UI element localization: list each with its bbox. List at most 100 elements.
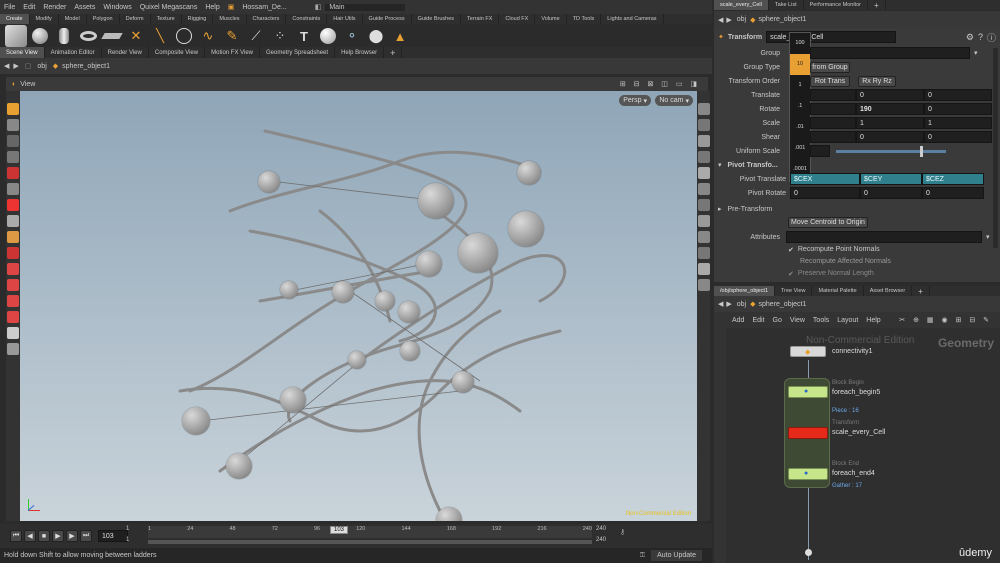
foreach-end-node[interactable]: ●	[788, 468, 828, 480]
pose-tool-icon[interactable]	[7, 183, 19, 195]
group-field[interactable]	[810, 47, 970, 59]
tab-performance-monitor[interactable]: Performance Monitor	[804, 0, 868, 10]
tab-scene-view[interactable]: Scene View	[0, 47, 45, 58]
back-icon[interactable]: ◀	[718, 16, 723, 24]
tab-help-browser[interactable]: Help Browser	[335, 47, 385, 58]
network-menu-add[interactable]: Add	[728, 317, 748, 324]
shear-y[interactable]: 0	[856, 131, 924, 143]
shelf-tab[interactable]: Constraints	[286, 14, 328, 24]
shelf-tab[interactable]: Cloud FX	[499, 14, 536, 24]
menu-edit[interactable]: Edit	[19, 4, 39, 11]
pivot-translate-z[interactable]: $CEZ	[922, 173, 984, 185]
network-tool-icons[interactable]: ✂ ⊕ ▦ ◉ ⊞ ⊟ ✎	[895, 316, 996, 324]
pivot-rotate-x[interactable]: 0	[790, 187, 860, 199]
pivot-rotate-z[interactable]: 0	[922, 187, 984, 199]
shelf-tab[interactable]: Texture	[151, 14, 182, 24]
snap-icon[interactable]	[7, 231, 19, 243]
tab-take-list[interactable]: Take List	[769, 0, 804, 10]
lock-icon[interactable]	[7, 215, 19, 227]
rotate-x[interactable]	[810, 103, 856, 115]
tab-network[interactable]: /obj/sphere_object1	[714, 286, 776, 296]
group-arrow-icon[interactable]: ▾	[974, 49, 978, 57]
tab-asset-browser[interactable]: Asset Browser	[864, 286, 913, 296]
path-object[interactable]: sphere_object1	[62, 63, 110, 70]
hip-file-name[interactable]: Hossam_De...	[238, 4, 290, 11]
slider-handle[interactable]	[920, 145, 923, 157]
move-tool-icon[interactable]	[7, 119, 19, 131]
menu-windows[interactable]: Windows	[99, 4, 135, 11]
connectivity-node[interactable]: ◆	[790, 346, 826, 357]
rotate-z[interactable]: 0	[924, 103, 992, 115]
tab-tree-view[interactable]: Tree View	[775, 286, 813, 296]
scale-z[interactable]: 1	[924, 117, 992, 129]
shear-z[interactable]: 0	[924, 131, 992, 143]
l-system-tool-icon[interactable]: ⚬	[341, 25, 363, 47]
tab-composite-view[interactable]: Composite View	[149, 47, 206, 58]
display-option-icon[interactable]	[697, 183, 710, 195]
select-points-icon[interactable]	[7, 263, 19, 275]
display-option-icon[interactable]	[697, 247, 710, 259]
scale-x[interactable]	[810, 117, 856, 129]
tab-geometry-spreadsheet[interactable]: Geometry Spreadsheet	[260, 47, 336, 58]
tab-parameters[interactable]: scale_every_Cell	[714, 0, 769, 10]
network-menu-go[interactable]: Go	[769, 317, 786, 324]
null-tool-icon[interactable]: ✕	[125, 25, 147, 47]
shelf-tab[interactable]: Modify	[30, 14, 59, 24]
tube-tool-icon[interactable]	[53, 25, 75, 47]
display-option-icon[interactable]	[697, 103, 710, 115]
curve-tool-icon[interactable]: ∿	[197, 25, 219, 47]
range-end[interactable]: 240	[596, 526, 606, 532]
uniform-scale-field[interactable]	[810, 145, 830, 157]
node-name-field[interactable]: scale_every_Cell	[766, 31, 897, 43]
tab-material-palette[interactable]: Material Palette	[812, 286, 864, 296]
group-type-select[interactable]: from Group	[810, 61, 850, 73]
attributes-arrow-icon[interactable]: ▾	[986, 233, 990, 241]
auto-update-button[interactable]: Auto Update	[651, 550, 702, 561]
rotate-y[interactable]: 190	[856, 103, 924, 115]
path-obj[interactable]: obj	[737, 301, 746, 308]
network-menu-tools[interactable]: Tools	[809, 317, 833, 324]
menu-assets[interactable]: Assets	[70, 4, 99, 11]
tab-motion-fx-view[interactable]: Motion FX View	[205, 47, 261, 58]
expand-icon[interactable]: ▸	[718, 205, 722, 213]
select-vertices-icon[interactable]	[7, 311, 19, 323]
path-obj[interactable]: obj	[37, 63, 46, 70]
jump-end-icon[interactable]: ⏭	[80, 530, 92, 542]
translate-y[interactable]: 0	[856, 89, 924, 101]
network-menu-view[interactable]: View	[786, 317, 809, 324]
display-option-icon[interactable]	[697, 199, 710, 211]
transform-order-select[interactable]: Rot Trans	[810, 75, 850, 87]
uniform-scale-slider[interactable]	[836, 145, 946, 157]
step-back-icon[interactable]: ◀	[24, 530, 36, 542]
checkbox-checked-icon[interactable]: ✔	[788, 246, 794, 254]
step-forward-icon[interactable]: ▶	[66, 530, 78, 542]
display-option-icon[interactable]	[697, 231, 710, 243]
rotate-order-select[interactable]: Rx Ry Rz	[858, 75, 896, 87]
network-menu-help[interactable]: Help	[862, 317, 884, 324]
param-scrollbar[interactable]	[993, 48, 998, 248]
range-end-2[interactable]: 240	[596, 537, 606, 543]
shear-x[interactable]	[810, 131, 856, 143]
visibility-icon[interactable]	[7, 343, 19, 355]
display-option-icon[interactable]	[697, 263, 710, 275]
collapse-icon[interactable]: ▾	[718, 161, 722, 169]
shelf-tab[interactable]: Terrain FX	[461, 14, 500, 24]
lock-status-icon[interactable]: ⚿	[640, 552, 645, 560]
shelf-tab[interactable]: Rigging	[182, 14, 214, 24]
tab-animation-editor[interactable]: Animation Editor	[45, 47, 102, 58]
path-object[interactable]: sphere_object1	[759, 16, 807, 23]
pivot-translate-y[interactable]: $CEY	[860, 173, 922, 185]
shelf-tab[interactable]: Volume	[535, 14, 567, 24]
viewport-3d[interactable]: Persp ▾ No cam ▾ Non-Commercial Edition	[20, 91, 697, 521]
handle-tool-icon[interactable]	[7, 167, 19, 179]
back-icon[interactable]: ◀	[4, 62, 9, 70]
shelf-tab[interactable]: Deform	[120, 14, 151, 24]
scale-tool-icon[interactable]	[7, 151, 19, 163]
shelf-tab[interactable]: Polygon	[87, 14, 120, 24]
frame-field[interactable]: 103	[98, 530, 128, 542]
translate-x[interactable]	[810, 89, 856, 101]
network-menu-layout[interactable]: Layout	[833, 317, 862, 324]
timeline-track[interactable]: 1 24 48 72 96 120 144 168 192 216 240 10…	[148, 526, 592, 538]
path-tool-icon[interactable]: ⟋	[245, 25, 267, 47]
shelf-tab[interactable]: Guide Process	[363, 14, 412, 24]
